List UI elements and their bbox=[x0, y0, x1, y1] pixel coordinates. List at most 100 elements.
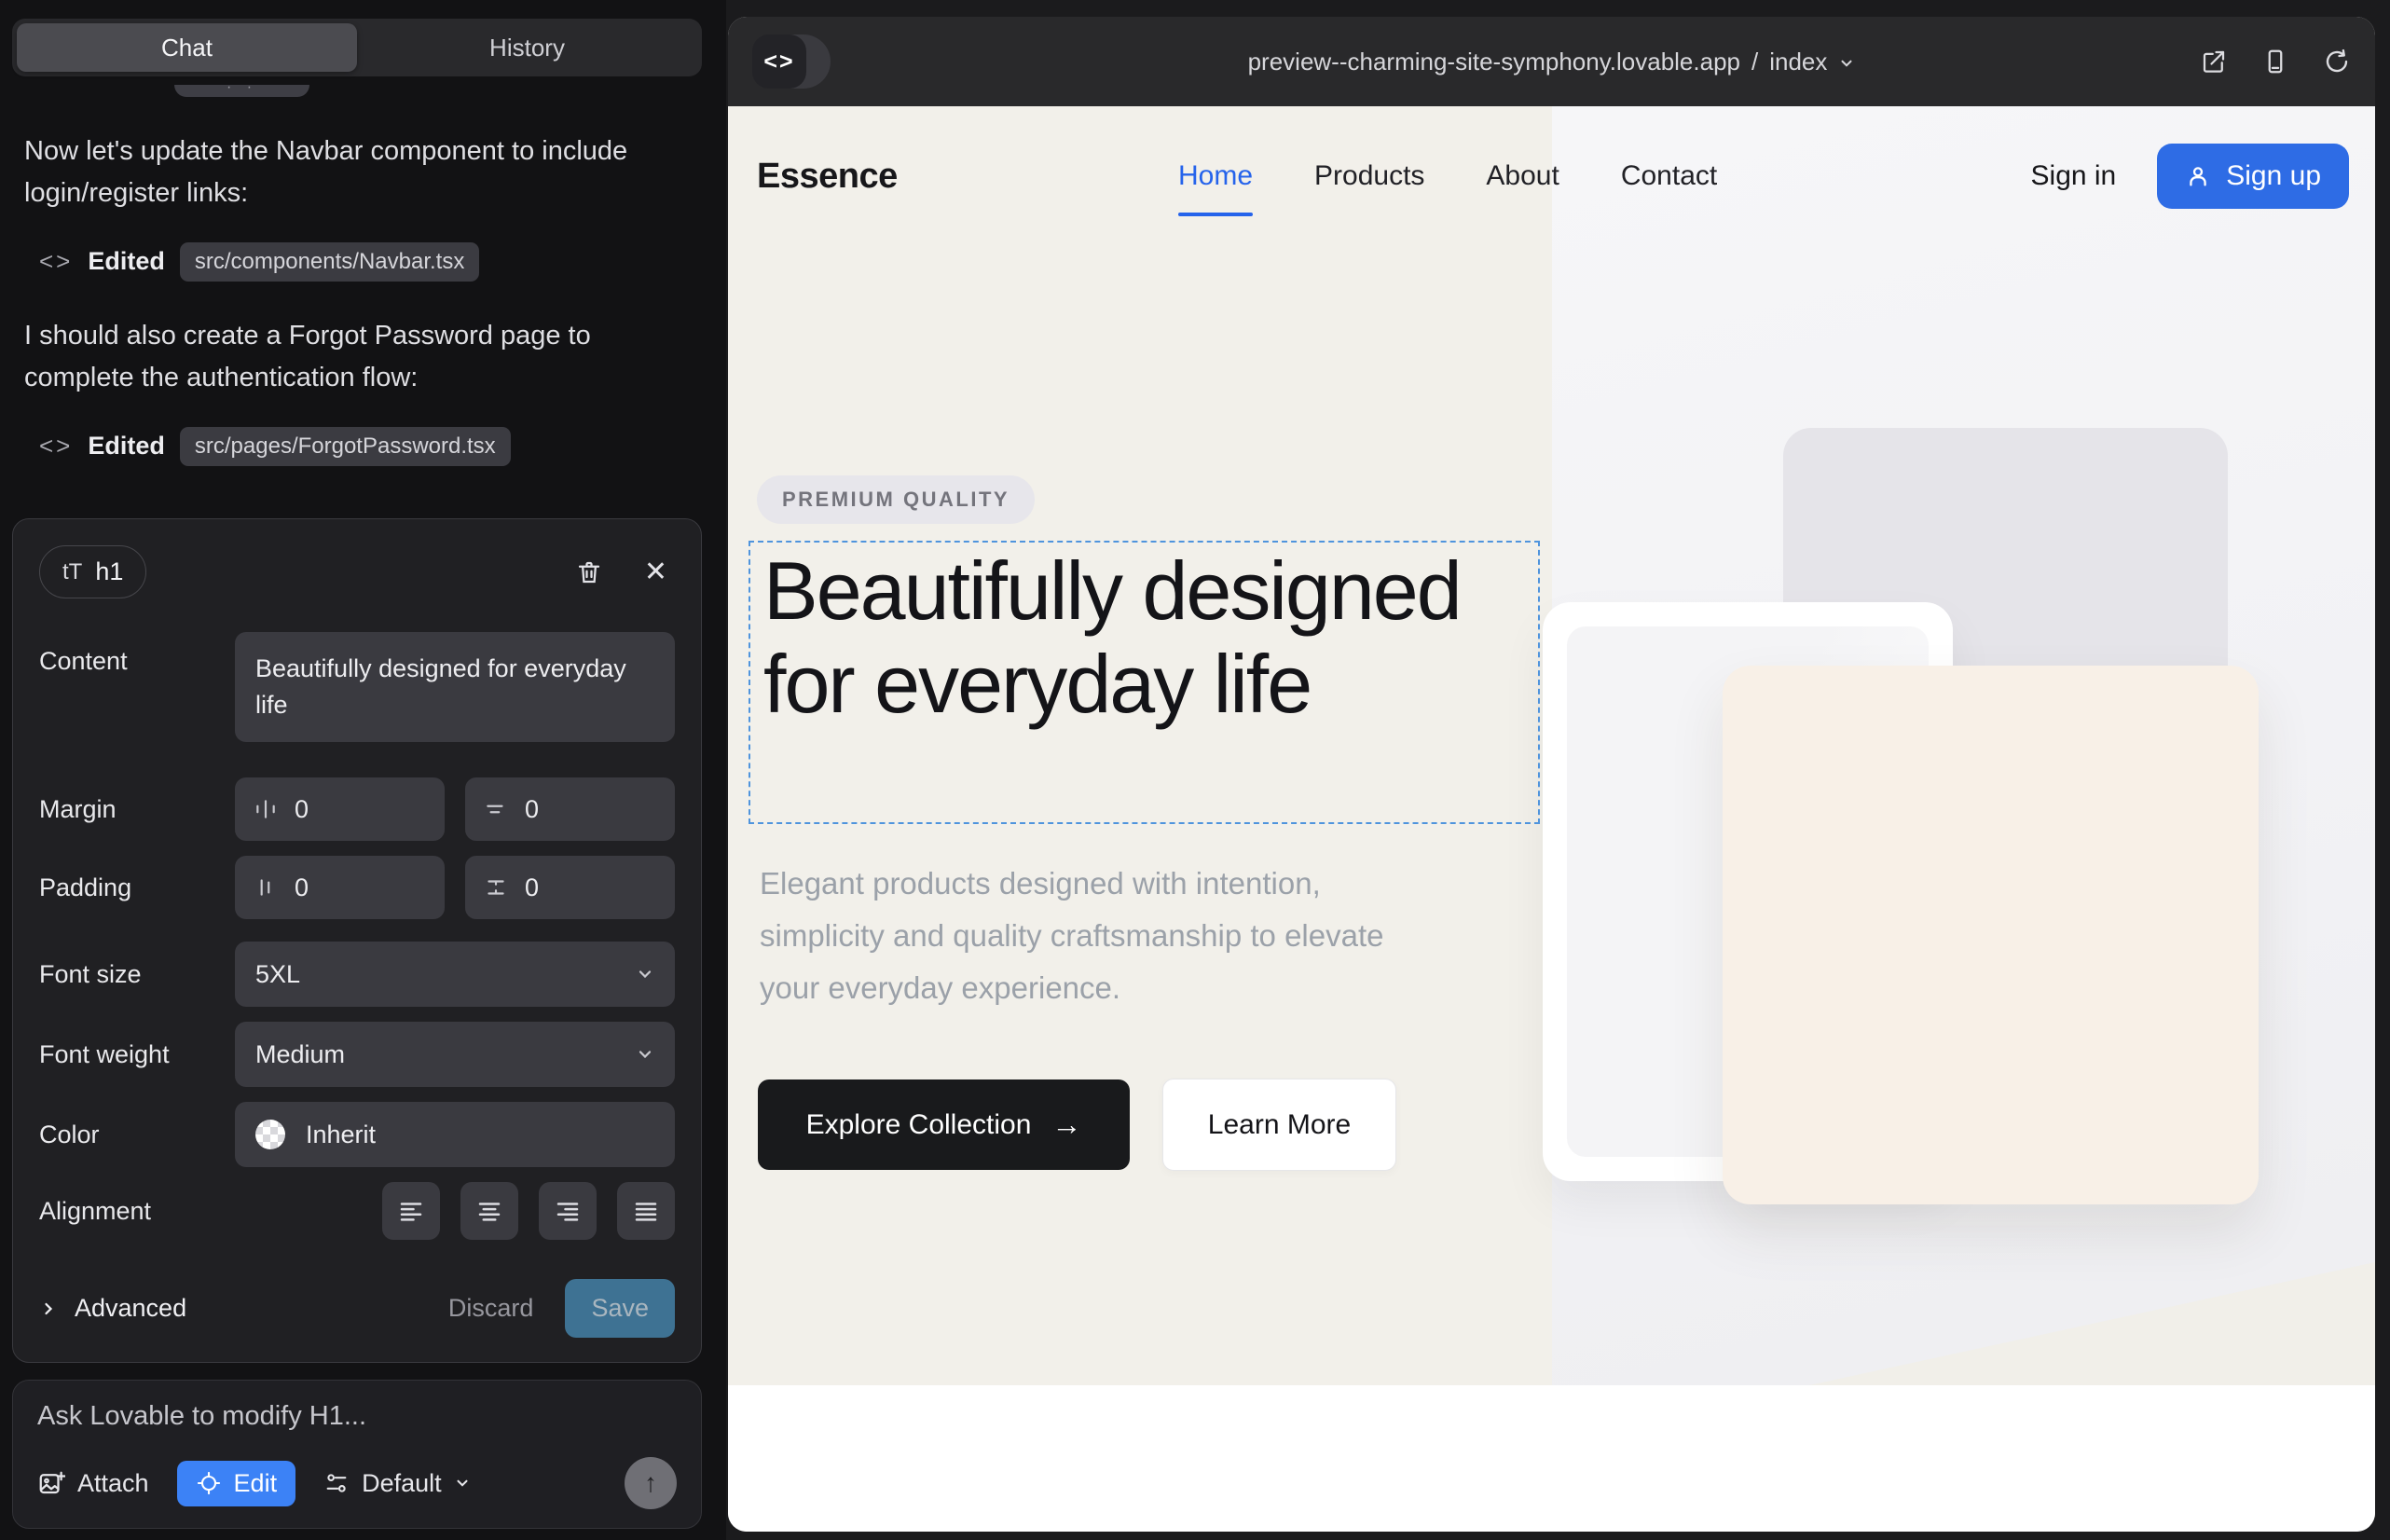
arrow-right-icon: → bbox=[1051, 1107, 1081, 1142]
padding-x-input[interactable]: 0 bbox=[235, 856, 445, 919]
delete-element-button[interactable] bbox=[575, 558, 603, 586]
align-left-button[interactable] bbox=[382, 1182, 440, 1240]
file-path-chip[interactable]: src/components/Navbar.tsx bbox=[180, 242, 479, 282]
advanced-toggle[interactable]: Advanced bbox=[39, 1294, 186, 1323]
code-icon: <> bbox=[39, 247, 73, 276]
padding-label: Padding bbox=[39, 873, 235, 902]
open-in-new-tab-button[interactable] bbox=[2200, 48, 2228, 76]
color-value: Inherit bbox=[306, 1121, 376, 1149]
margin-x-input[interactable]: 0 bbox=[235, 777, 445, 841]
site-logo[interactable]: Essence bbox=[757, 157, 898, 197]
align-right-icon bbox=[554, 1197, 582, 1225]
chat-message: Now let's update the Navbar component to… bbox=[24, 131, 658, 214]
content-input[interactable] bbox=[235, 632, 675, 742]
margin-label: Margin bbox=[39, 795, 235, 824]
margin-vertical-icon bbox=[484, 797, 508, 821]
element-tag-label: h1 bbox=[95, 557, 123, 586]
smartphone-icon bbox=[2261, 48, 2289, 76]
save-button[interactable]: Save bbox=[565, 1279, 675, 1338]
discard-button[interactable]: Discard bbox=[448, 1294, 534, 1323]
nav-link-contact[interactable]: Contact bbox=[1621, 160, 1717, 192]
font-weight-value: Medium bbox=[255, 1040, 345, 1069]
font-size-label: Font size bbox=[39, 960, 235, 989]
align-left-icon bbox=[397, 1197, 425, 1225]
premium-quality-badge: PREMIUM QUALITY bbox=[757, 475, 1035, 524]
margin-y-value: 0 bbox=[525, 795, 539, 824]
panel-header: tT h1 ✕ bbox=[39, 545, 675, 598]
edited-file-row[interactable]: <> Edited src/components/Navbar.tsx bbox=[39, 242, 677, 282]
font-weight-select[interactable]: Medium bbox=[235, 1022, 675, 1087]
nav-link-about[interactable]: About bbox=[1486, 160, 1559, 192]
chat-composer: Attach Edit bbox=[12, 1380, 702, 1529]
edited-file-row[interactable]: <> Edited src/pages/ForgotPassword.tsx bbox=[39, 427, 677, 466]
align-center-button[interactable] bbox=[460, 1182, 518, 1240]
edited-label: Edited bbox=[88, 432, 165, 461]
mobile-preview-button[interactable] bbox=[2261, 48, 2289, 76]
chevron-down-icon bbox=[636, 965, 654, 983]
font-size-value: 5XL bbox=[255, 960, 300, 989]
code-icon: <> bbox=[752, 34, 806, 89]
file-path-chip[interactable]: src/pages/ForgotPassword.tsx bbox=[180, 427, 511, 466]
font-size-select[interactable]: 5XL bbox=[235, 942, 675, 1007]
sign-up-label: Sign up bbox=[2226, 160, 2321, 192]
user-icon bbox=[2185, 163, 2211, 189]
site-navbar: Essence Home Products About Contact Sign… bbox=[728, 106, 2375, 246]
margin-x-value: 0 bbox=[295, 795, 309, 824]
padding-horizontal-icon bbox=[254, 875, 278, 900]
refresh-button[interactable] bbox=[2323, 48, 2351, 76]
text-type-icon: tT bbox=[62, 559, 82, 585]
padding-y-input[interactable]: 0 bbox=[465, 856, 675, 919]
nav-link-products[interactable]: Products bbox=[1314, 160, 1424, 192]
external-link-icon bbox=[2200, 48, 2228, 76]
element-tag-pill[interactable]: tT h1 bbox=[39, 545, 146, 598]
attach-label: Attach bbox=[77, 1469, 149, 1498]
explore-collection-button[interactable]: Explore Collection → bbox=[758, 1079, 1130, 1170]
decor-card-cream bbox=[1723, 666, 2259, 1204]
font-size-row: Font size 5XL bbox=[39, 942, 675, 1007]
site-content: Essence Home Products About Contact Sign… bbox=[728, 106, 2375, 1532]
edit-mode-button[interactable]: Edit bbox=[177, 1461, 296, 1506]
scrolled-chip[interactable]: · · bbox=[174, 85, 309, 97]
chevron-down-icon bbox=[454, 1475, 471, 1492]
align-center-icon bbox=[475, 1197, 503, 1225]
lovable-app: Chat History · · Now let's update the Na… bbox=[0, 0, 2390, 1540]
sign-up-button[interactable]: Sign up bbox=[2157, 144, 2349, 209]
color-select[interactable]: Inherit bbox=[235, 1102, 675, 1167]
tab-chat[interactable]: Chat bbox=[17, 23, 357, 72]
close-panel-button[interactable]: ✕ bbox=[644, 556, 667, 588]
align-justify-icon bbox=[632, 1197, 660, 1225]
align-justify-button[interactable] bbox=[617, 1182, 675, 1240]
chevron-right-icon bbox=[39, 1299, 58, 1318]
hero-heading[interactable]: Beautifully designed for everyday life bbox=[763, 544, 1481, 732]
padding-x-value: 0 bbox=[295, 873, 309, 902]
target-icon bbox=[196, 1470, 222, 1496]
explore-collection-label: Explore Collection bbox=[806, 1109, 1032, 1141]
chevron-down-icon bbox=[1838, 55, 1855, 72]
learn-more-button[interactable]: Learn More bbox=[1162, 1079, 1396, 1171]
send-button[interactable]: ↑ bbox=[625, 1457, 677, 1509]
default-mode-button[interactable]: Default bbox=[323, 1469, 471, 1498]
url-bar[interactable]: preview--charming-site-symphony.lovable.… bbox=[728, 17, 2375, 106]
url-separator: / bbox=[1751, 48, 1758, 76]
padding-y-value: 0 bbox=[525, 873, 539, 902]
panel-footer: Advanced Discard Save bbox=[39, 1279, 675, 1338]
url-page: index bbox=[1769, 48, 1827, 76]
sign-in-link[interactable]: Sign in bbox=[2031, 160, 2117, 192]
margin-y-input[interactable]: 0 bbox=[465, 777, 675, 841]
margin-horizontal-icon bbox=[254, 797, 278, 821]
color-row: Color Inherit bbox=[39, 1102, 675, 1167]
attach-button[interactable]: Attach bbox=[37, 1469, 149, 1498]
align-right-button[interactable] bbox=[539, 1182, 597, 1240]
chat-messages: Now let's update the Navbar component to… bbox=[24, 131, 677, 500]
nav-link-home[interactable]: Home bbox=[1178, 160, 1253, 192]
h1-selection-outline[interactable]: Beautifully designed for everyday life bbox=[749, 541, 1540, 824]
refresh-icon bbox=[2323, 48, 2351, 76]
tab-history[interactable]: History bbox=[357, 23, 697, 72]
element-editor-panel: tT h1 ✕ bbox=[12, 518, 702, 1363]
sidebar-tabbar: Chat History bbox=[12, 19, 702, 76]
chevron-down-icon bbox=[636, 1045, 654, 1064]
code-view-toggle[interactable]: <> bbox=[752, 34, 831, 89]
color-swatch bbox=[255, 1120, 285, 1149]
url-host: preview--charming-site-symphony.lovable.… bbox=[1248, 48, 1740, 76]
composer-input[interactable] bbox=[37, 1401, 677, 1438]
